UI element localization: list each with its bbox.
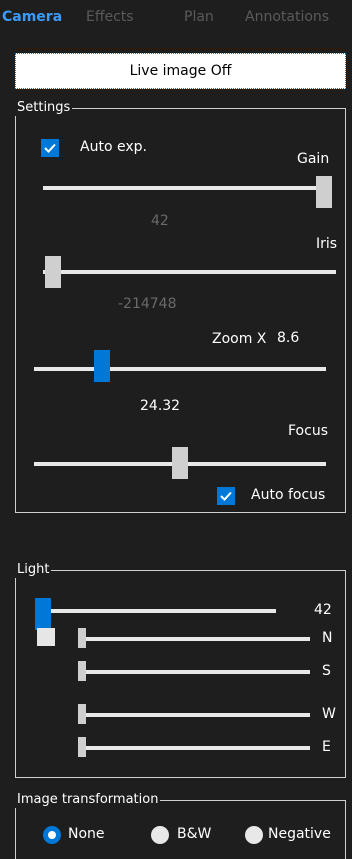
gain-slider-track[interactable] [43, 186, 332, 190]
iris-slider-thumb[interactable] [45, 256, 61, 288]
light-n-track[interactable] [78, 637, 310, 641]
light-e-label: E [322, 739, 331, 755]
light-e-track[interactable] [78, 746, 310, 750]
tab-bar: Camera Effects Plan Annotations [0, 0, 352, 38]
focus-slider-thumb[interactable] [172, 447, 188, 479]
focus-label: Focus [288, 423, 328, 439]
gain-slider-thumb[interactable] [316, 176, 332, 208]
light-w-label: W [322, 706, 336, 722]
zoom-slider-thumb[interactable] [94, 350, 110, 382]
light-intensity-thumb[interactable] [35, 598, 51, 630]
auto-focus-checkbox[interactable] [217, 487, 235, 505]
radio-negative-label: Negative [268, 826, 331, 842]
light-title: Light [15, 562, 52, 578]
zoom-slider-track[interactable] [34, 367, 326, 371]
light-w-track[interactable] [78, 713, 310, 717]
light-n-label: N [322, 630, 333, 646]
light-n-thumb[interactable] [78, 628, 86, 648]
light-e-thumb[interactable] [78, 737, 86, 757]
auto-exp-checkbox[interactable] [41, 139, 59, 157]
tab-effects[interactable]: Effects [86, 9, 134, 25]
light-s-track[interactable] [78, 670, 310, 674]
iris-slider-track[interactable] [43, 270, 336, 274]
light-intensity-value: 42 [314, 602, 332, 618]
image-transformation-title: Image transformation [15, 792, 161, 808]
gain-label: Gain [297, 151, 330, 167]
tab-annotations[interactable]: Annotations [245, 9, 329, 25]
auto-exp-label: Auto exp. [80, 139, 147, 155]
iris-value: -214748 [118, 296, 177, 312]
light-s-label: S [322, 663, 331, 679]
check-icon [44, 143, 56, 153]
auto-focus-label: Auto focus [251, 487, 326, 503]
tab-camera[interactable]: Camera [2, 9, 62, 25]
radio-none[interactable] [43, 826, 61, 844]
radio-negative[interactable] [245, 826, 263, 844]
radio-none-label: None [68, 826, 105, 842]
tab-plan[interactable]: Plan [184, 9, 214, 25]
zoom-factor: 8.6 [277, 330, 300, 346]
zoom-value: 24.32 [140, 398, 181, 414]
light-w-thumb[interactable] [78, 704, 86, 724]
light-direction-checkbox[interactable] [37, 628, 55, 646]
check-icon [220, 491, 232, 501]
zoom-label: Zoom X [212, 331, 267, 347]
gain-value: 42 [151, 213, 169, 229]
settings-title: Settings [15, 100, 73, 116]
radio-bw-label: B&W [177, 826, 212, 842]
radio-bw[interactable] [151, 826, 169, 844]
iris-label: Iris [316, 236, 338, 252]
live-image-button[interactable]: Live image Off [15, 53, 346, 89]
light-intensity-track[interactable] [36, 609, 276, 613]
light-s-thumb[interactable] [78, 661, 86, 681]
